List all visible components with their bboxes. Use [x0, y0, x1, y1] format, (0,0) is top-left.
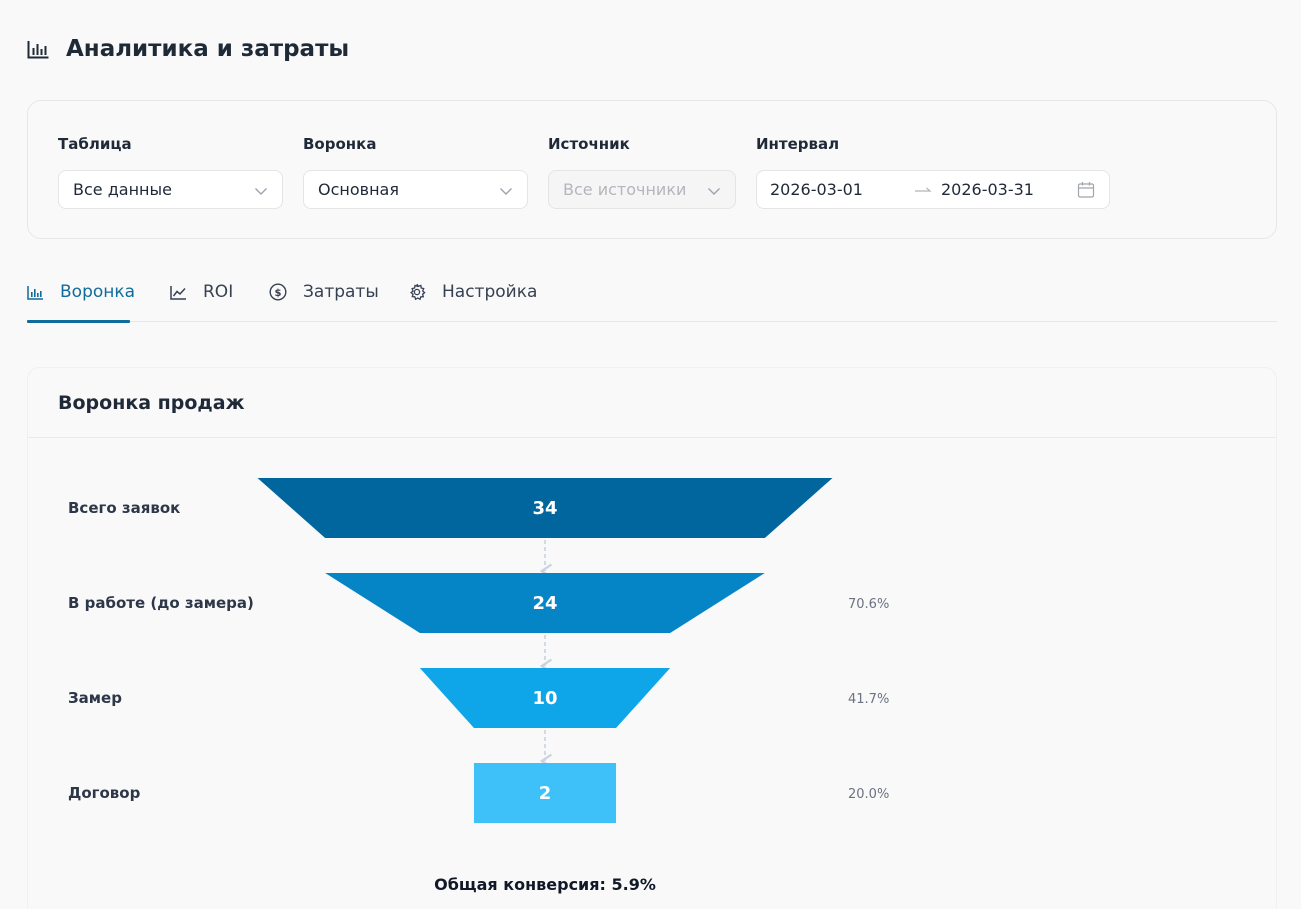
start-date-input[interactable]: 2026-03-01 [770, 180, 863, 199]
arrow-right-icon [914, 182, 932, 201]
date-range-picker[interactable]: 2026-03-01 2026-03-31 [756, 170, 1110, 209]
gear-icon [408, 283, 426, 301]
tab-costs[interactable]: $ Затраты [269, 270, 379, 322]
funnel-stage-label: Замер [68, 689, 122, 707]
funnel-stage-value: 10 [532, 688, 557, 709]
tab-roi-label: ROI [203, 282, 234, 302]
funnel-stage-value: 2 [539, 783, 552, 804]
tab-settings[interactable]: Настройка [408, 270, 537, 322]
funnel-filter-label: Воронка [303, 135, 377, 153]
table-select-value: Все данные [73, 180, 172, 199]
funnel-stage-label: Договор [68, 784, 141, 802]
calendar-icon[interactable] [1077, 181, 1095, 203]
funnel-stage-conversion: 20.0% [848, 787, 889, 802]
tab-funnel-label: Воронка [60, 282, 136, 302]
bar-chart-icon [27, 285, 44, 300]
table-filter: Таблица Все данные [58, 135, 283, 209]
chevron-down-icon [499, 183, 513, 202]
funnel-filter: Воронка Основная [303, 135, 528, 209]
table-filter-label: Таблица [58, 135, 132, 153]
funnel-stage-value: 34 [532, 498, 557, 519]
total-conversion: Общая конверсия: 5.9% [434, 875, 656, 894]
table-select[interactable]: Все данные [58, 170, 283, 209]
tab-roi[interactable]: ROI [170, 270, 233, 322]
bar-chart-icon [27, 39, 50, 59]
line-chart-icon [170, 285, 187, 300]
svg-text:$: $ [275, 288, 282, 299]
interval-filter-label: Интервал [756, 135, 840, 153]
tab-funnel[interactable]: Воронка [27, 270, 135, 323]
filters-panel: Таблица Все данные Воронка Основная Исто… [27, 100, 1277, 239]
source-filter-label: Источник [548, 135, 630, 153]
source-filter: Источник Все источники [548, 135, 736, 209]
interval-filter: Интервал 2026-03-01 2026-03-31 [756, 135, 1110, 209]
funnel-stage-value: 24 [532, 593, 557, 614]
source-select-placeholder: Все источники [563, 180, 687, 199]
page-title: Аналитика и затраты [66, 36, 350, 62]
funnel-card: Воронка продаж Всего заявок 34 В работе (д… [27, 367, 1277, 909]
chevron-down-icon [707, 183, 721, 202]
end-date-input[interactable]: 2026-03-31 [941, 180, 1034, 199]
chevron-down-icon [254, 183, 268, 202]
tab-costs-label: Затраты [303, 282, 379, 302]
source-select[interactable]: Все источники [548, 170, 736, 209]
funnel-select-value: Основная [318, 180, 399, 199]
funnel-stage-conversion: 41.7% [848, 692, 889, 707]
tab-settings-label: Настройка [442, 282, 538, 302]
funnel-stage-conversion: 70.6% [848, 597, 889, 612]
funnel-select[interactable]: Основная [303, 170, 528, 209]
funnel-stage-label: В работе (до замера) [68, 594, 254, 612]
page-header: Аналитика и затраты [27, 36, 349, 62]
dollar-circle-icon: $ [269, 283, 287, 301]
tab-bar: Воронка ROI $ Затраты Настройка [27, 270, 1277, 323]
funnel-stage-label: Всего заявок [68, 499, 180, 517]
funnel-chart: Всего заявок 34 В работе (до замера) 24 70.6… [68, 478, 889, 894]
